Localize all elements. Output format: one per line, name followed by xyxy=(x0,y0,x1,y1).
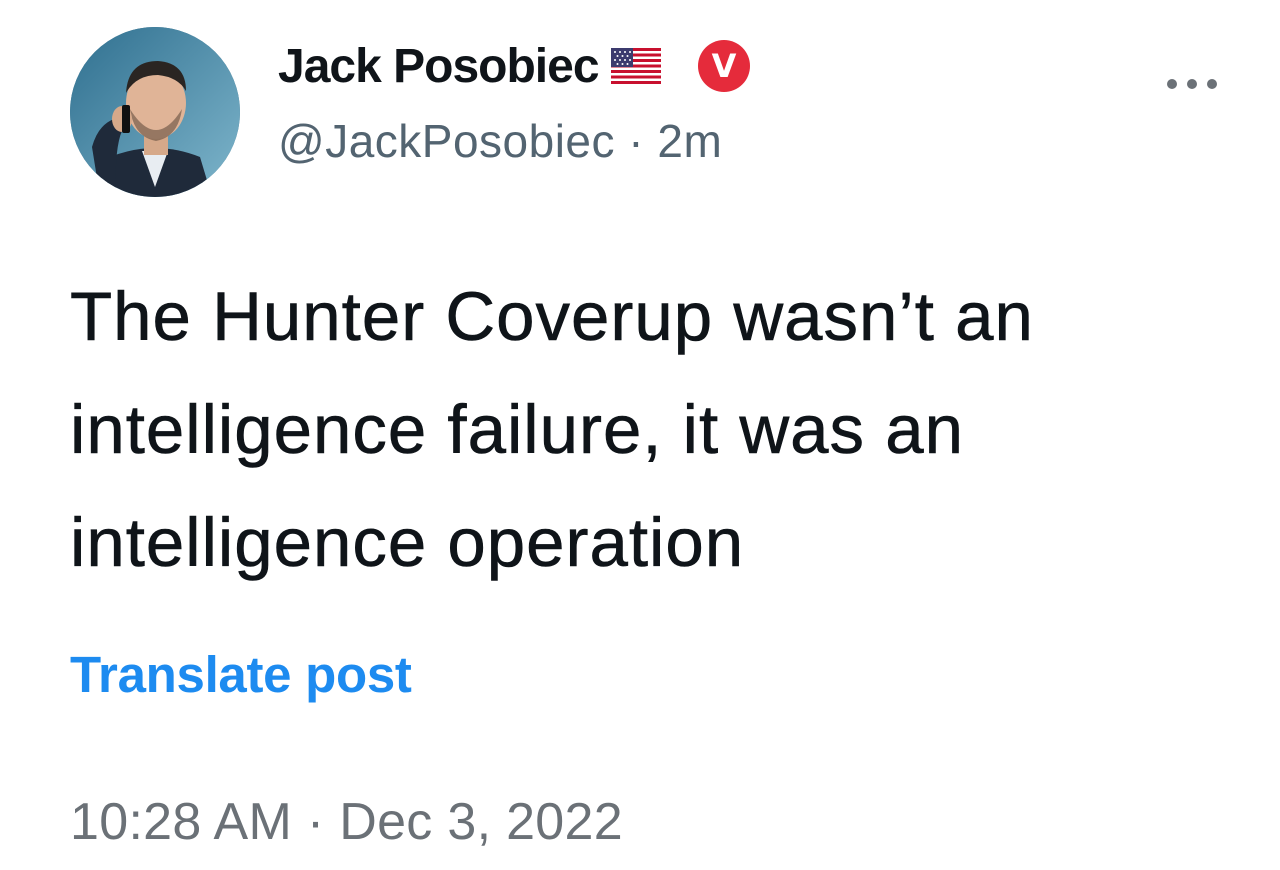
author-name-row: Jack Posobiec V xyxy=(278,34,751,98)
handle-separator: · xyxy=(628,115,658,167)
avatar-image xyxy=(70,27,240,197)
author-handle[interactable]: @JackPosobiec xyxy=(278,115,615,167)
relative-time[interactable]: 2m xyxy=(657,115,722,167)
avatar[interactable] xyxy=(70,27,240,197)
translate-post-link[interactable]: Translate post xyxy=(70,645,412,704)
author-display-name[interactable]: Jack Posobiec xyxy=(278,39,600,94)
post-timestamp[interactable]: 10:28 AM · Dec 3, 2022 xyxy=(70,792,623,852)
author-handle-row: @JackPosobiec · 2m xyxy=(278,114,722,168)
post-time: 10:28 AM xyxy=(70,793,293,851)
more-horizontal-icon xyxy=(1167,79,1217,89)
more-options-button[interactable] xyxy=(1164,64,1220,104)
timestamp-separator: · xyxy=(306,793,340,851)
us-flag-icon xyxy=(610,48,661,84)
v-badge-letter: V xyxy=(711,47,736,85)
post-date: Dec 3, 2022 xyxy=(339,793,623,851)
post-text: The Hunter Coverup wasn’t an intelligenc… xyxy=(70,278,1034,582)
v-badge-icon: V xyxy=(697,39,751,93)
